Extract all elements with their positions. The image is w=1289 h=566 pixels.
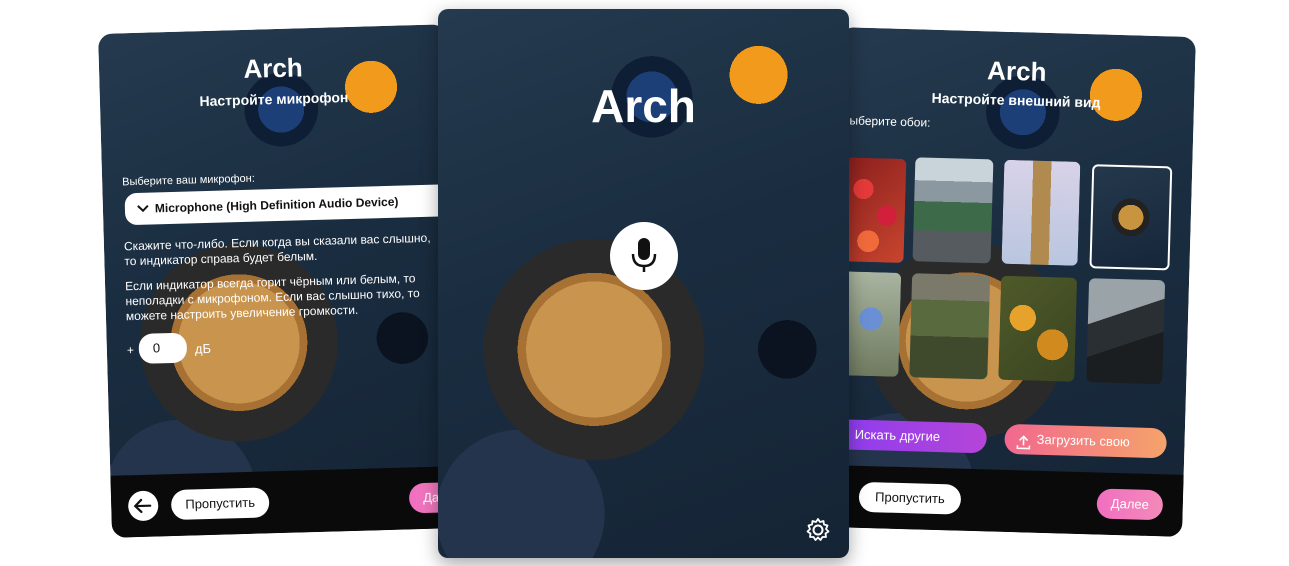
upload-label: Загрузить свою	[1036, 431, 1131, 450]
app-title: Arch	[591, 80, 696, 132]
hint-text-1: Скажите что-либо. Если когда вы сказали …	[123, 230, 431, 269]
chevron-down-icon	[136, 193, 149, 237]
voice-assistant-screen: Arch	[438, 9, 849, 558]
wallpaper-thumb-mountain-road[interactable]	[912, 157, 994, 264]
wallpaper-thumb-valley[interactable]	[909, 273, 991, 380]
wallpaper-thumb-bird[interactable]	[840, 271, 902, 377]
skip-button[interactable]: Пропустить	[858, 481, 962, 515]
wallpaper-thumb-pomegranate[interactable]	[843, 157, 907, 263]
bottom-bar: Пропустить Далее	[110, 466, 460, 538]
microphone-button[interactable]	[610, 222, 678, 290]
wallpaper-select-label: Выберите обои:	[841, 113, 931, 130]
microphone-select-label: Выберите ваш микрофон:	[122, 172, 255, 189]
appearance-setup-screen: Arch Настройте внешний вид Выберите обои…	[826, 27, 1196, 537]
upload-wallpaper-button[interactable]: Загрузить свою	[1004, 423, 1167, 461]
app-title: Arch	[986, 55, 1047, 87]
skip-button[interactable]: Пропустить	[170, 487, 270, 521]
settings-button[interactable]	[804, 516, 832, 544]
app-title: Arch	[243, 52, 304, 84]
selected-device: Microphone (High Definition Audio Device…	[154, 194, 399, 216]
arrow-left-icon	[128, 498, 158, 525]
upload-icon	[1016, 431, 1031, 461]
bottom-bar: Пропустить Далее	[826, 464, 1184, 537]
wallpaper-thumb-big-ben[interactable]	[1001, 159, 1081, 266]
gain-unit: дБ	[194, 340, 212, 357]
microphone-icon	[628, 236, 660, 281]
screen-subtitle: Настройте микрофон	[199, 88, 349, 110]
back-button[interactable]	[127, 490, 159, 522]
gear-icon	[804, 518, 832, 548]
wallpaper-thumb-food[interactable]	[1089, 164, 1173, 271]
screen-subtitle: Настройте внешний вид	[931, 89, 1101, 111]
next-button[interactable]: Далее	[1096, 488, 1164, 521]
wallpaper-thumb-laptop[interactable]	[1086, 278, 1166, 385]
microphone-setup-screen: Arch Настройте микрофон Выберите ваш мик…	[98, 24, 460, 538]
gain-sign: +	[126, 343, 135, 358]
hint-text-2: Если индикатор всегда горит чёрным или б…	[124, 271, 420, 324]
microphone-dropdown[interactable]: Microphone (High Definition Audio Device…	[124, 183, 460, 226]
wallpaper-thumb-autumn[interactable]	[998, 275, 1078, 382]
search-more-wallpapers-button[interactable]: Искать другие	[830, 419, 988, 454]
gain-input[interactable]: 0	[138, 332, 188, 364]
